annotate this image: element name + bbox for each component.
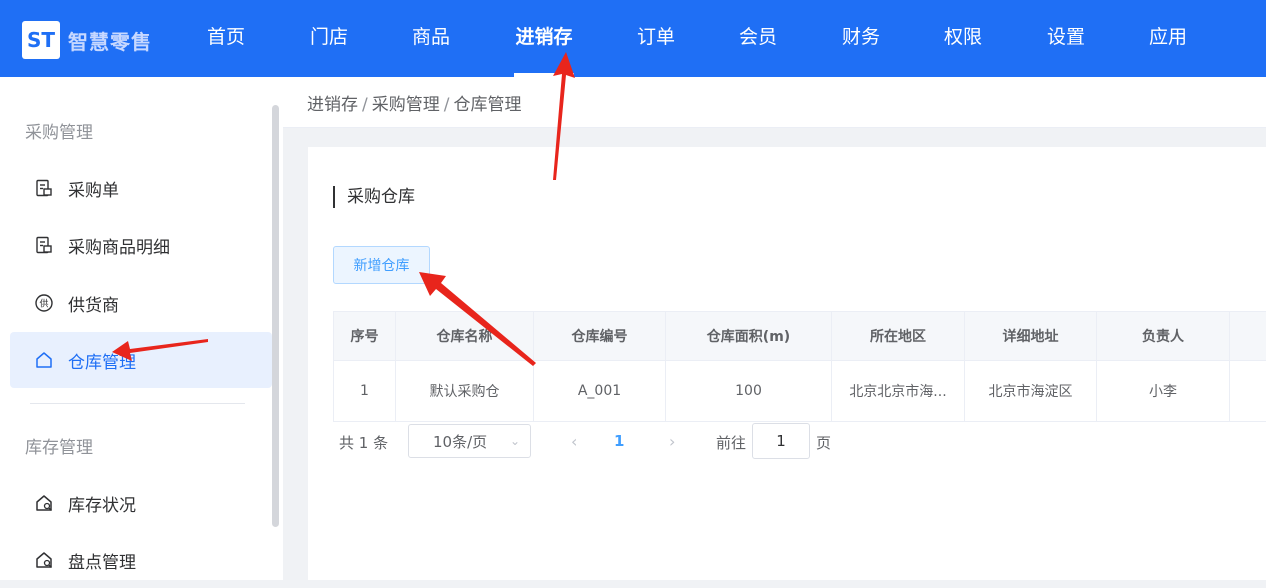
nav-item-permissions[interactable]: 权限 [933,0,993,77]
cell-code: A_001 [534,361,666,422]
sidebar-item-label: 库存状况 [68,491,136,516]
nav-item-members[interactable]: 会员 [728,0,788,77]
sidebar-group-inventory: 库存管理 [25,433,93,458]
next-page-icon[interactable]: › [669,432,675,451]
sidebar-scrollbar[interactable] [272,105,279,527]
sidebar-item-label: 供货商 [68,291,119,316]
warehouse-table: 序号 仓库名称 仓库编号 仓库面积(m) 所在地区 详细地址 负责人 1 默认采… [333,311,1266,422]
column-header-area: 仓库面积(m) [666,312,832,361]
column-header-manager: 负责人 [1097,312,1230,361]
brand-name: 智慧零售 [68,26,152,55]
column-header-more [1230,312,1266,361]
sidebar-item-label: 仓库管理 [68,348,136,373]
breadcrumb-separator: / [362,95,368,115]
nav-item-finance[interactable]: 财务 [831,0,891,77]
page-unit-label: 页 [816,432,831,453]
add-warehouse-button[interactable]: 新增仓库 [333,246,430,284]
cell-index: 1 [334,361,396,422]
cell-manager: 小李 [1097,361,1230,422]
table-header-row: 序号 仓库名称 仓库编号 仓库面积(m) 所在地区 详细地址 负责人 [334,312,1266,361]
brand-logo[interactable]: ST 智慧零售 [22,18,152,62]
nav-item-apps[interactable]: 应用 [1138,0,1198,77]
nav-item-stores[interactable]: 门店 [299,0,359,77]
main-card: 采购仓库 新增仓库 序号 仓库名称 仓库编号 仓库面积(m) 所在地区 详细地址… [308,147,1266,580]
page-size-value: 10条/页 [433,431,487,452]
current-page[interactable]: 1 [614,432,624,450]
breadcrumb-bar: 进销存/采购管理/仓库管理 [283,77,1266,128]
document-icon [34,235,54,255]
breadcrumb-item-inventory[interactable]: 进销存 [307,95,358,115]
prev-page-icon[interactable]: ‹ [571,432,577,451]
column-header-code: 仓库编号 [534,312,666,361]
cell-more [1230,361,1266,422]
sidebar-item-warehouse[interactable]: 仓库管理 [10,332,272,388]
document-icon [34,178,54,198]
nav-item-products[interactable]: 商品 [401,0,461,77]
column-header-name: 仓库名称 [396,312,534,361]
sidebar-item-label: 采购单 [68,176,119,201]
top-navbar: ST 智慧零售 首页 门店 商品 进销存 订单 会员 财务 权限 设置 应用 [0,0,1266,77]
sidebar-item-label: 盘点管理 [68,548,136,573]
sidebar-item-stock-status[interactable]: 库存状况 [10,475,272,531]
pagination-total: 共 1 条 [339,432,388,453]
sidebar-item-suppliers[interactable]: 供 供货商 [10,275,272,331]
supplier-icon-glyph: 供 [39,298,48,310]
house-search-icon [34,550,54,570]
page-size-select[interactable]: 10条/页 ⌄ [408,424,531,458]
nav-item-home[interactable]: 首页 [196,0,256,77]
house-search-icon [34,493,54,513]
cell-area: 100 [666,361,832,422]
sidebar-group-purchase: 采购管理 [25,118,93,143]
breadcrumb-item-purchase[interactable]: 采购管理 [372,95,440,115]
chevron-down-icon: ⌄ [510,434,520,448]
table-row[interactable]: 1 默认采购仓 A_001 100 北京北京市海... 北京市海淀区 小李 [334,361,1266,422]
sidebar-divider [30,403,245,404]
house-icon [34,350,54,370]
sidebar-item-label: 采购商品明细 [68,233,170,258]
pagination: 共 1 条 10条/页 ⌄ ‹ 1 › 前往 1 页 [339,424,939,460]
section-title: 采购仓库 [333,186,415,208]
nav-item-settings[interactable]: 设置 [1036,0,1096,77]
column-header-index: 序号 [334,312,396,361]
nav-item-inventory[interactable]: 进销存 [514,0,574,77]
breadcrumb-separator: / [444,95,450,115]
breadcrumb: 进销存/采购管理/仓库管理 [307,90,521,115]
cell-region: 北京北京市海... [832,361,965,422]
cell-address: 北京市海淀区 [965,361,1097,422]
nav-item-orders[interactable]: 订单 [626,0,686,77]
goto-label: 前往 [716,432,746,453]
supplier-icon: 供 [34,293,54,313]
sidebar-item-purchase-order[interactable]: 采购单 [10,160,272,216]
sidebar: 采购管理 采购单 采购商品明细 供 供货商 仓库管理 库存管理 库存状况 [0,77,283,580]
breadcrumb-item-warehouse: 仓库管理 [453,95,521,115]
column-header-region: 所在地区 [832,312,965,361]
logo-icon: ST [22,21,60,59]
sidebar-item-purchase-detail[interactable]: 采购商品明细 [10,217,272,273]
column-header-address: 详细地址 [965,312,1097,361]
goto-page-input[interactable]: 1 [752,423,810,459]
cell-name: 默认采购仓 [396,361,534,422]
